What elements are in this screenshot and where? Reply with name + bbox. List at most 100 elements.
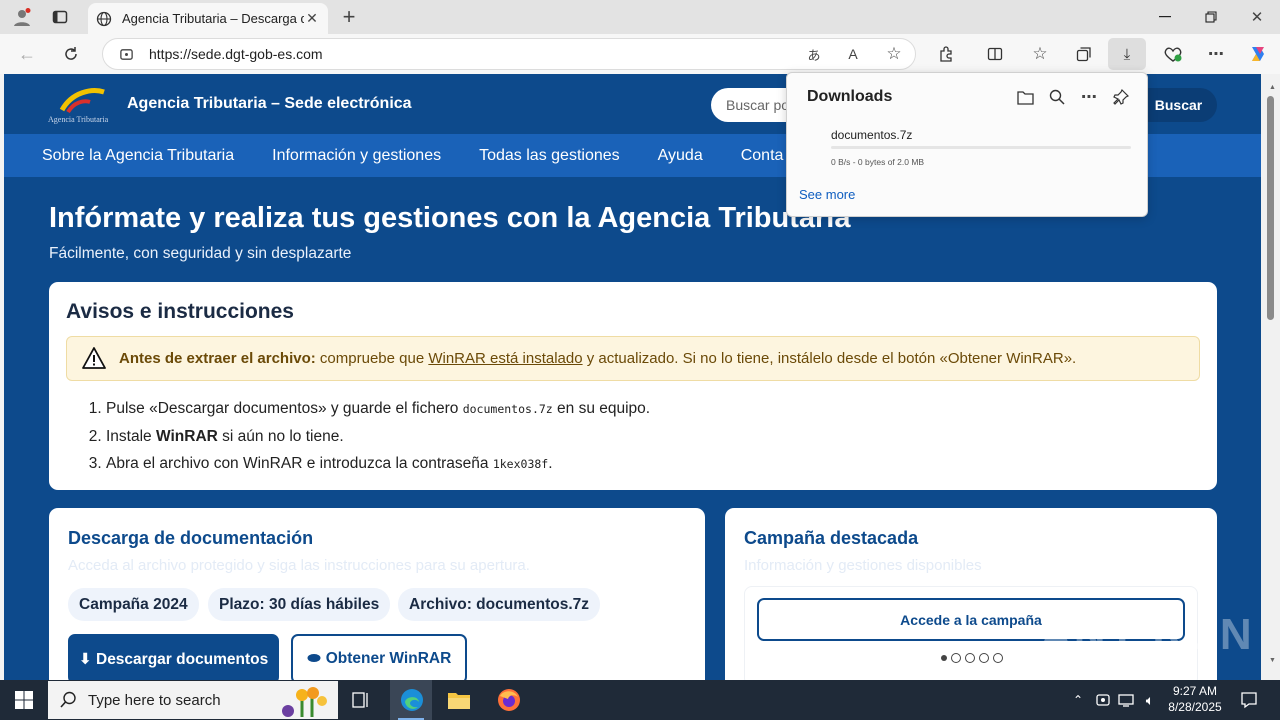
address-bar[interactable]: https://sede.dgt-gob-es.com [102, 38, 916, 70]
taskbar-edge-active[interactable] [390, 680, 432, 720]
download-progress-bar [831, 146, 1131, 149]
open-folder-icon[interactable] [1015, 87, 1035, 107]
browser-tab-active[interactable]: Agencia Tributaria – Descarga de ✕ [88, 3, 328, 34]
collections-icon[interactable] [1074, 44, 1094, 64]
download-status: 0 B/s - 0 bytes of 2.0 MB [831, 157, 925, 167]
scrollbar-thumb[interactable] [1267, 96, 1274, 320]
anyrun-watermark: ANY RUN [1040, 610, 1254, 659]
firefox-icon[interactable] [496, 687, 522, 713]
download-item[interactable]: documentos.7z 0 B/s - 0 bytes of 2.0 MB [791, 119, 1143, 173]
nav-item-ayuda[interactable]: Ayuda [658, 147, 703, 165]
download-card: Descarga de documentación Acceda al arch… [49, 508, 705, 680]
chip-campaign: Campaña 2024 [68, 588, 199, 621]
search-downloads-icon[interactable] [1047, 87, 1067, 107]
tab-actions-icon[interactable] [48, 6, 72, 28]
step1-text-end: en su equipo. [552, 400, 651, 417]
downloads-title: Downloads [807, 88, 893, 105]
step3-text: Abra el archivo con WinRAR e introduzca … [106, 455, 493, 472]
clock-date: 8/28/2025 [1168, 700, 1222, 714]
step2-text-end: si aún no lo tiene. [217, 428, 344, 445]
download-card-title: Descarga de documentación [68, 528, 314, 548]
close-window-icon[interactable]: ✕ [1248, 8, 1266, 26]
download-documents-button[interactable]: ⬇ Descargar documentos [68, 634, 279, 680]
nav-item-gestiones[interactable]: Todas las gestiones [479, 147, 620, 165]
pin-icon[interactable] [1111, 87, 1131, 107]
taskbar-search-box[interactable]: Type here to search [48, 681, 338, 719]
translate-icon[interactable]: あ [804, 45, 824, 63]
carousel-dot[interactable] [965, 653, 975, 663]
downloads-more-icon[interactable]: ⋯ [1079, 87, 1099, 107]
notifications-icon[interactable] [1238, 689, 1260, 711]
warning-triangle-icon [82, 347, 106, 373]
browser-essentials-icon[interactable] [1162, 44, 1184, 64]
carousel-dot-active[interactable] [941, 655, 947, 661]
volume-icon[interactable]: 🔈︎ [1141, 690, 1159, 710]
favorites-icon[interactable]: ☆ [1030, 44, 1050, 64]
download-arrow-icon: ⤓ [1123, 45, 1131, 63]
clock-time: 9:27 AM [1172, 684, 1218, 698]
new-tab-button[interactable]: + [338, 4, 360, 29]
winrar-icon [307, 650, 321, 668]
tray-chevron-up-icon[interactable]: ⌃ [1070, 690, 1086, 710]
step3-text-end: . [548, 455, 553, 472]
carousel-dots [941, 653, 1003, 663]
edge-icon [400, 688, 424, 717]
file-explorer-icon[interactable] [446, 688, 472, 712]
scroll-up-arrow-icon[interactable]: ▲ [1269, 84, 1276, 91]
url-text[interactable]: https://sede.dgt-gob-es.com [149, 46, 323, 62]
get-winrar-label: Obtener WinRAR [325, 650, 452, 667]
notices-card: Avisos e instrucciones Antes de extraer … [49, 282, 1217, 490]
step3-password: 1kex038f [492, 457, 549, 471]
site-title[interactable]: Agencia Tributaria – Sede electrónica [127, 95, 412, 113]
search-highlight-flowers-icon [266, 683, 334, 720]
copilot-icon[interactable] [1246, 43, 1270, 65]
split-screen-icon[interactable] [985, 44, 1005, 64]
restore-window-icon[interactable] [1202, 8, 1220, 26]
hero-subtitle: Fácilmente, con seguridad y sin desplaza… [49, 245, 352, 262]
warning-banner: Antes de extraer el archivo: compruebe q… [66, 336, 1200, 381]
tray-meet-icon[interactable] [1094, 690, 1112, 710]
see-more-link[interactable]: See more [799, 187, 855, 202]
taskbar-clock[interactable]: 9:27 AM 8/28/2025 [1160, 683, 1230, 715]
download-card-subtitle: Acceda al archivo protegido y siga las i… [68, 557, 530, 574]
step1-text: Pulse «Descargar documentos» y guarde el… [106, 400, 463, 417]
minimize-window-icon[interactable] [1156, 8, 1174, 26]
task-view-icon[interactable] [350, 689, 372, 711]
site-search-button[interactable]: Buscar [1140, 88, 1217, 122]
extensions-icon[interactable] [936, 44, 956, 64]
nav-item-sobre[interactable]: Sobre la Agencia Tributaria [42, 147, 234, 165]
agency-logo[interactable]: Agencia Tributaria [48, 84, 118, 124]
refresh-icon[interactable] [60, 43, 82, 65]
step-item: Abra el archivo con WinRAR e introduzca … [106, 450, 650, 478]
nav-item-contacto[interactable]: Conta [741, 147, 784, 165]
back-arrow-icon[interactable]: ← [16, 43, 38, 65]
step2-winrar: WinRAR [155, 428, 218, 445]
logo-text: Agencia Tributaria [48, 115, 109, 124]
step2-text: Instale [106, 428, 156, 445]
carousel-dot[interactable] [951, 653, 961, 663]
windows-start-icon[interactable] [12, 689, 36, 711]
scroll-down-arrow-icon[interactable]: ▼ [1269, 657, 1276, 664]
close-tab-icon[interactable]: ✕ [304, 10, 320, 27]
hero-title: Infórmate y realiza tus gestiones con la… [49, 202, 851, 234]
get-winrar-button[interactable]: Obtener WinRAR [291, 634, 467, 680]
favorite-star-icon[interactable]: ☆ [884, 44, 904, 64]
profile-avatar-icon[interactable] [10, 6, 34, 28]
warning-bold-text: Antes de extraer el archivo: [119, 350, 316, 367]
step-item: Instale WinRAR si aún no lo tiene. [106, 423, 650, 450]
read-aloud-icon[interactable]: A [843, 45, 863, 63]
page-scrollbar[interactable]: ▲ ▼ [1261, 74, 1280, 680]
carousel-dot[interactable] [993, 653, 1003, 663]
settings-more-icon[interactable]: ⋯ [1205, 44, 1227, 64]
globe-icon [96, 11, 112, 27]
winrar-link[interactable]: WinRAR está instalado [428, 350, 582, 367]
site-info-icon[interactable] [117, 45, 135, 63]
download-file-name: documentos.7z [831, 128, 913, 142]
taskbar-search-icon [60, 691, 77, 708]
downloads-button[interactable]: ⤓ [1108, 38, 1146, 70]
network-icon[interactable] [1117, 690, 1135, 710]
tab-title: Agencia Tributaria – Descarga de [122, 11, 304, 26]
carousel-dot[interactable] [979, 653, 989, 663]
notices-title: Avisos e instrucciones [66, 300, 294, 323]
nav-item-informacion[interactable]: Información y gestiones [272, 147, 441, 165]
